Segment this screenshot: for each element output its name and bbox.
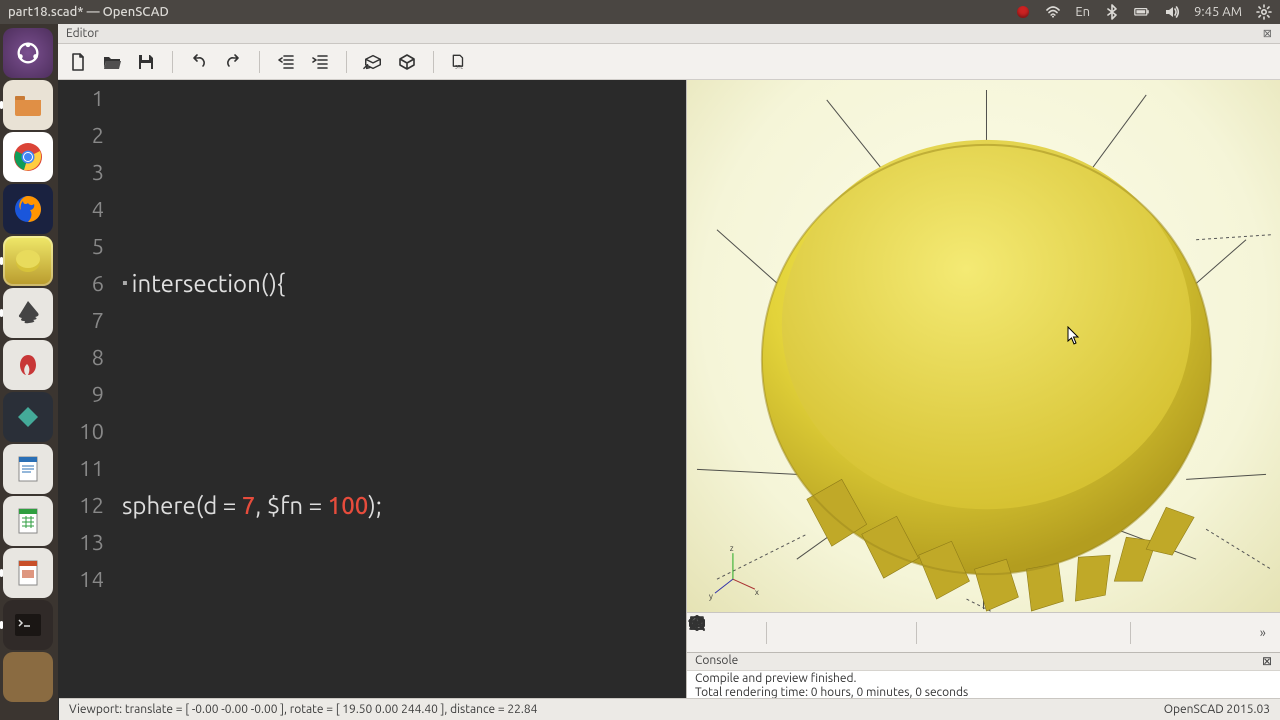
- editor-toolbar: STL: [58, 44, 1280, 80]
- view-front-icon[interactable]: [1062, 620, 1082, 646]
- zoom-fit-icon[interactable]: [782, 620, 802, 646]
- console-label: Console: [695, 654, 738, 669]
- view-left-icon[interactable]: [1029, 620, 1049, 646]
- editor-panel-header: Editor ⊠: [58, 24, 1280, 44]
- line-gutter: 1 2 3 4 5 6 7 8 9 10 11 12 13 14: [58, 80, 112, 598]
- show-axes-icon[interactable]: [1224, 620, 1244, 646]
- svg-text:STL: STL: [455, 63, 463, 69]
- launcher-dash[interactable]: [3, 28, 53, 78]
- orthographic-icon[interactable]: [1179, 620, 1199, 646]
- view-right-icon[interactable]: [932, 620, 952, 646]
- launcher-openscad[interactable]: [3, 236, 53, 286]
- launcher-firefox[interactable]: [3, 184, 53, 234]
- svg-text:y: y: [709, 592, 713, 601]
- 3d-render: z x y: [687, 80, 1280, 649]
- system-menubar: part18.scad* — OpenSCAD En 9:45 AM: [0, 0, 1280, 24]
- mouse-cursor: [1067, 326, 1081, 346]
- svg-text:x: x: [755, 588, 759, 597]
- open-file-icon[interactable]: [100, 50, 124, 74]
- launcher-other[interactable]: [3, 652, 53, 702]
- gear-icon[interactable]: [1256, 4, 1272, 20]
- clock[interactable]: 9:45 AM: [1194, 5, 1242, 19]
- console-output: Compile and preview finished. Total rend…: [687, 671, 1280, 701]
- code-body[interactable]: ▪intersection(){ sphere(d = 7, $fn = 100…: [112, 80, 686, 720]
- launcher-inkscape[interactable]: [3, 288, 53, 338]
- launcher-evince[interactable]: [3, 340, 53, 390]
- launcher-tweak[interactable]: [3, 392, 53, 442]
- launcher-impress[interactable]: [3, 548, 53, 598]
- launcher-writer[interactable]: [3, 444, 53, 494]
- console-close-icon[interactable]: ⊠: [1262, 654, 1272, 669]
- editor-panel-label: Editor: [66, 27, 99, 40]
- unindent-icon[interactable]: [274, 50, 298, 74]
- indent-icon[interactable]: [308, 50, 332, 74]
- render-icon[interactable]: [395, 50, 419, 74]
- view-top-icon[interactable]: [965, 620, 985, 646]
- launcher-terminal[interactable]: [3, 600, 53, 650]
- perspective-icon[interactable]: [1147, 620, 1167, 646]
- zoom-out-icon[interactable]: [847, 620, 867, 646]
- viewport-status: Viewport: translate = [ -0.00 -0.00 -0.0…: [69, 703, 537, 716]
- console-panel: Console ⊠ Compile and preview finished. …: [687, 652, 1280, 698]
- undo-icon[interactable]: [187, 50, 211, 74]
- language-indicator[interactable]: En: [1075, 5, 1090, 19]
- code-editor[interactable]: 1 2 3 4 5 6 7 8 9 10 11 12 13 14 ▪inters…: [58, 80, 686, 720]
- export-stl-icon[interactable]: STL: [448, 50, 472, 74]
- preview-icon[interactable]: [361, 50, 385, 74]
- viewport-toolbar: »: [687, 612, 1280, 652]
- record-icon[interactable]: [1015, 4, 1031, 20]
- statusbar: Viewport: translate = [ -0.00 -0.00 -0.0…: [59, 698, 1280, 720]
- zoom-in-icon[interactable]: [815, 620, 835, 646]
- volume-icon[interactable]: [1164, 4, 1180, 20]
- battery-icon[interactable]: [1134, 4, 1150, 20]
- bluetooth-icon[interactable]: [1104, 4, 1120, 20]
- toolbar-overflow-icon[interactable]: »: [1256, 626, 1270, 640]
- view-back-icon[interactable]: [1094, 620, 1114, 646]
- launcher-chrome[interactable]: [3, 132, 53, 182]
- system-tray: En 9:45 AM: [1015, 4, 1272, 20]
- svg-text:z: z: [730, 544, 734, 553]
- unity-launcher: [0, 24, 58, 720]
- openscad-window: Editor ⊠ STL 1 2 3: [58, 24, 1280, 720]
- reset-view-icon[interactable]: [879, 620, 899, 646]
- view-bottom-icon[interactable]: [997, 620, 1017, 646]
- version-label: OpenSCAD 2015.03: [1164, 703, 1270, 716]
- 3d-viewport[interactable]: z x y: [686, 80, 1280, 720]
- save-file-icon[interactable]: [134, 50, 158, 74]
- launcher-files[interactable]: [3, 80, 53, 130]
- window-title: part18.scad* — OpenSCAD: [8, 5, 1015, 19]
- new-file-icon[interactable]: [66, 50, 90, 74]
- launcher-calc[interactable]: [3, 496, 53, 546]
- redo-icon[interactable]: [221, 50, 245, 74]
- wifi-icon[interactable]: [1045, 4, 1061, 20]
- render-view-icon[interactable]: [729, 620, 749, 646]
- editor-panel-close-icon[interactable]: ⊠: [1263, 27, 1272, 40]
